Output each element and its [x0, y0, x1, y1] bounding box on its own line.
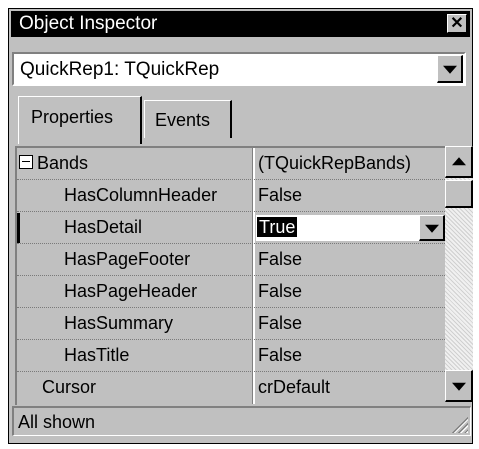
property-name: Bands — [19, 152, 88, 174]
object-selector-value: QuickRep1: TQuickRep — [20, 59, 220, 80]
property-row-hassummary[interactable]: HasSummary False — [17, 308, 445, 340]
tab-properties[interactable]: Properties — [18, 96, 142, 144]
property-value: False — [258, 281, 303, 301]
tab-properties-label: Properties — [31, 107, 114, 127]
column-divider[interactable] — [252, 372, 255, 404]
property-name: HasPageFooter — [64, 249, 191, 269]
status-text: All shown — [18, 412, 96, 432]
property-grid: Bands (TQuickRepBands) HasColumnHeader F… — [15, 146, 445, 405]
property-value: False — [258, 249, 303, 269]
chevron-down-icon — [451, 382, 466, 391]
title-bar[interactable]: Object Inspector ✕ — [11, 11, 470, 37]
column-divider[interactable] — [252, 244, 255, 276]
scroll-thumb[interactable] — [445, 180, 473, 208]
scroll-down-button[interactable] — [445, 370, 473, 402]
chevron-up-icon — [451, 156, 466, 165]
chevron-down-icon — [442, 65, 457, 74]
property-row-hasdetail[interactable]: HasDetail True — [17, 212, 445, 244]
column-divider[interactable] — [252, 212, 255, 244]
column-divider[interactable] — [252, 308, 255, 340]
column-divider[interactable] — [252, 148, 255, 180]
object-selector-dropdown-button[interactable] — [437, 55, 463, 83]
property-value: crDefault — [258, 377, 331, 397]
tab-events-label: Events — [155, 110, 211, 130]
property-row-cursor[interactable]: Cursor crDefault — [17, 372, 445, 404]
property-name: HasSummary — [64, 313, 174, 333]
property-row-bands[interactable]: Bands (TQuickRepBands) — [17, 148, 445, 180]
selection-marker — [17, 213, 20, 243]
property-name: HasColumnHeader — [64, 185, 218, 205]
value-dropdown-button[interactable] — [419, 215, 445, 241]
column-divider[interactable] — [252, 180, 255, 212]
window-title: Object Inspector — [19, 13, 158, 34]
property-name: HasDetail — [64, 217, 143, 237]
property-value-editor[interactable]: True — [256, 215, 445, 241]
property-value-selected[interactable]: True — [257, 217, 298, 237]
property-row-haspageheader[interactable]: HasPageHeader False — [17, 276, 445, 308]
tab-events[interactable]: Events — [144, 100, 232, 138]
close-button[interactable]: ✕ — [447, 14, 467, 33]
property-value: (TQuickRepBands) — [258, 153, 412, 173]
property-value: False — [258, 313, 303, 333]
close-icon: ✕ — [450, 15, 464, 32]
property-name: Cursor — [42, 377, 97, 397]
chevron-down-icon — [424, 224, 439, 233]
collapse-icon[interactable] — [19, 155, 33, 170]
property-value: False — [258, 345, 303, 365]
property-row-hastitle[interactable]: HasTitle False — [17, 340, 445, 372]
scroll-up-button[interactable] — [445, 146, 473, 178]
resize-grip-icon[interactable] — [450, 415, 468, 433]
property-row-haspagefooter[interactable]: HasPageFooter False — [17, 244, 445, 276]
column-divider[interactable] — [252, 340, 255, 372]
property-row-hascolumnheader[interactable]: HasColumnHeader False — [17, 180, 445, 212]
vertical-scrollbar[interactable] — [445, 146, 473, 402]
property-name: HasTitle — [64, 345, 130, 365]
property-value: False — [258, 185, 303, 205]
column-divider[interactable] — [252, 276, 255, 308]
object-selector-combo[interactable]: QuickRep1: TQuickRep — [12, 52, 466, 86]
property-name: HasPageHeader — [64, 281, 198, 301]
status-bar: All shown — [12, 406, 471, 436]
